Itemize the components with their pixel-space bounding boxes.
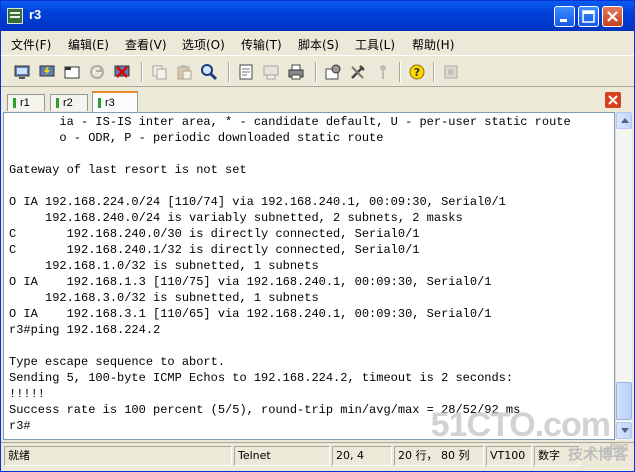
terminal-line: Gateway of last resort is not set bbox=[9, 163, 247, 177]
menu-transfer[interactable]: 传输(T) bbox=[241, 36, 282, 53]
disconnect-button[interactable] bbox=[112, 62, 132, 82]
maximize-icon bbox=[582, 10, 595, 23]
close-icon bbox=[608, 95, 618, 105]
terminal-line: O IA 192.168.1.3 [110/75] via 192.168.24… bbox=[9, 275, 492, 289]
watermark-subtitle: 技术博客 bbox=[567, 445, 628, 463]
terminal-line: 192.168.3.0/32 is subnetted, 1 subnets bbox=[9, 291, 319, 305]
terminal-line: 192.168.240.0/24 is variably subnetted, … bbox=[9, 211, 463, 225]
tab-r1[interactable]: r1 bbox=[7, 94, 45, 111]
terminal-line: Sending 5, 100-byte ICMP Echos to 192.16… bbox=[9, 371, 514, 385]
terminal-line: r3# bbox=[9, 419, 31, 433]
terminal-line: C 192.168.240.1/32 is directly connected… bbox=[9, 243, 420, 257]
print-button[interactable] bbox=[286, 62, 306, 82]
copy-icon bbox=[152, 65, 167, 80]
maximize-button[interactable] bbox=[578, 6, 599, 27]
menu-help[interactable]: 帮助(H) bbox=[412, 36, 454, 53]
find-icon bbox=[201, 64, 218, 81]
menu-file[interactable]: 文件(F) bbox=[11, 36, 51, 53]
close-window-button[interactable] bbox=[602, 6, 623, 27]
window-title: r3 bbox=[29, 7, 42, 22]
minimize-icon bbox=[560, 19, 567, 22]
global-options-button[interactable] bbox=[348, 62, 368, 82]
menu-tools[interactable]: 工具(L) bbox=[355, 36, 395, 53]
connect-tab-button[interactable] bbox=[62, 62, 82, 82]
toolbar-separator bbox=[228, 62, 230, 82]
quick-connect-icon bbox=[39, 65, 55, 77]
help-icon: ? bbox=[409, 64, 425, 80]
close-tab-button[interactable] bbox=[605, 92, 621, 108]
print-screen-button[interactable] bbox=[261, 62, 281, 82]
about-button[interactable] bbox=[441, 62, 461, 82]
help-button[interactable]: ? bbox=[407, 62, 427, 82]
terminal-line: C 192.168.240.0/30 is directly connected… bbox=[9, 227, 420, 241]
status-protocol: Telnet bbox=[234, 446, 330, 466]
tab-r3[interactable]: r3 bbox=[92, 91, 138, 112]
session-options-button[interactable] bbox=[323, 62, 343, 82]
find-button[interactable] bbox=[199, 62, 219, 82]
vertical-scrollbar[interactable] bbox=[615, 112, 632, 440]
copy-button[interactable] bbox=[149, 62, 169, 82]
status-cursor-position: 20, 4 bbox=[332, 446, 392, 466]
terminal-line: !!!!! bbox=[9, 387, 46, 401]
toolbar-separator bbox=[315, 62, 317, 82]
close-icon bbox=[607, 11, 618, 22]
watermark: 51CTO.com Blog 技术博客 bbox=[431, 405, 628, 467]
paste-icon bbox=[177, 65, 192, 80]
terminal-line: ia - IS-IS inter area, * - candidate def… bbox=[9, 115, 571, 129]
keymap-button[interactable] bbox=[373, 62, 393, 82]
global-options-icon bbox=[351, 65, 365, 79]
menu-edit[interactable]: 编辑(E) bbox=[68, 36, 109, 53]
status-rows-cols: 20 行， 80 列 bbox=[394, 446, 484, 466]
toolbar-separator bbox=[141, 62, 143, 82]
terminal-line: r3#ping 192.168.224.2 bbox=[9, 323, 161, 337]
paste-button[interactable] bbox=[174, 62, 194, 82]
connect-button[interactable] bbox=[12, 62, 32, 82]
terminal-line: o - ODR, P - periodic downloaded static … bbox=[9, 131, 384, 145]
minimize-button[interactable] bbox=[554, 6, 575, 27]
terminal-line: O IA 192.168.224.0/24 [110/74] via 192.1… bbox=[9, 195, 506, 209]
toolbar-separator bbox=[399, 62, 401, 82]
toolbar-separator bbox=[433, 62, 435, 82]
connected-status-icon bbox=[98, 98, 101, 108]
print-icon bbox=[288, 64, 304, 80]
tab-r2[interactable]: r2 bbox=[50, 94, 88, 111]
connected-status-icon bbox=[13, 98, 16, 108]
title-bar[interactable]: r3 bbox=[1, 1, 634, 31]
menu-options[interactable]: 选项(O) bbox=[182, 36, 225, 53]
quick-connect-button[interactable] bbox=[37, 62, 57, 82]
keymap-icon bbox=[380, 65, 386, 79]
terminal-output[interactable]: ia - IS-IS inter area, * - candidate def… bbox=[3, 112, 615, 440]
print-screen-icon bbox=[263, 65, 279, 80]
session-options-icon bbox=[325, 64, 341, 80]
menu-script[interactable]: 脚本(S) bbox=[298, 36, 339, 53]
tab-label: r2 bbox=[63, 97, 73, 109]
menu-view[interactable]: 查看(V) bbox=[125, 36, 167, 53]
status-ready: 就绪 bbox=[4, 446, 232, 466]
terminal-line: O IA 192.168.3.1 [110/65] via 192.168.24… bbox=[9, 307, 492, 321]
about-icon bbox=[444, 65, 458, 79]
print-setup-button[interactable] bbox=[236, 62, 256, 82]
session-tabs: r1 r2 r3 bbox=[1, 88, 634, 112]
connect-tab-icon bbox=[64, 66, 80, 79]
tab-label: r1 bbox=[20, 97, 30, 109]
reconnect-icon bbox=[90, 65, 104, 79]
watermark-logo-text: 51CTO.com bbox=[430, 406, 611, 444]
print-setup-icon bbox=[239, 64, 253, 80]
terminal-window: r3 文件(F) 编辑(E) 查看(V) 选项(O) 传输(T) 脚本(S) 工… bbox=[0, 0, 635, 472]
menu-bar: 文件(F) 编辑(E) 查看(V) 选项(O) 传输(T) 脚本(S) 工具(L… bbox=[1, 32, 634, 54]
terminal-line: 192.168.1.0/32 is subnetted, 1 subnets bbox=[9, 259, 319, 273]
connected-status-icon bbox=[56, 98, 59, 108]
terminal-line: Type escape sequence to abort. bbox=[9, 355, 226, 369]
disconnect-icon bbox=[114, 65, 130, 78]
app-icon[interactable] bbox=[7, 8, 23, 24]
reconnect-button[interactable] bbox=[87, 62, 107, 82]
tab-label: r3 bbox=[105, 97, 115, 109]
toolbar: ? bbox=[1, 55, 634, 87]
svg-text:?: ? bbox=[414, 66, 420, 79]
connect-icon bbox=[14, 65, 30, 79]
scroll-up-button[interactable] bbox=[616, 112, 632, 129]
